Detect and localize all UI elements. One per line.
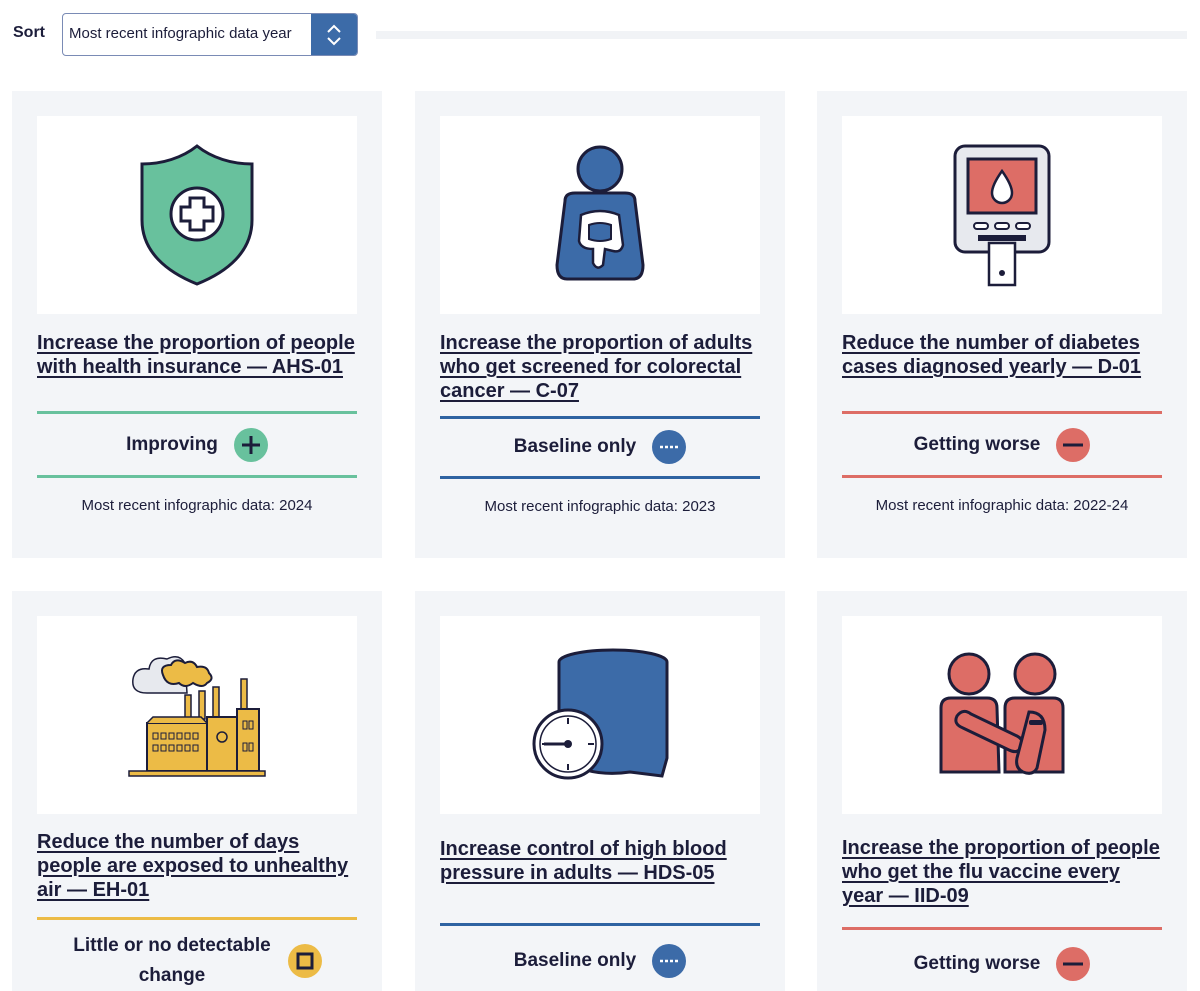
- card-title-link[interactable]: Increase the proportion of people who ge…: [842, 836, 1164, 908]
- card-title-link[interactable]: Reduce the number of days people are exp…: [37, 830, 359, 902]
- card-d-01: Reduce the number of diabetes cases diag…: [817, 91, 1187, 558]
- status-rule-top: [842, 927, 1162, 930]
- status-rule-top: [440, 923, 760, 926]
- status-label: Baseline only: [513, 950, 637, 971]
- filter-divider: [376, 31, 1187, 39]
- sort-bar: Sort Most recent infographic data year: [0, 0, 1200, 80]
- sort-selected-value: Most recent infographic data year: [69, 25, 292, 42]
- card-title-link[interactable]: Increase the proportion of adults who ge…: [440, 331, 762, 403]
- blood-pressure-cuff-icon: [532, 648, 669, 779]
- card-image: [440, 616, 760, 814]
- data-year-text: Most recent infographic data: 2024: [81, 497, 313, 514]
- status-rule-top: [37, 917, 357, 920]
- minus-icon: [1056, 428, 1091, 462]
- square-icon: [288, 944, 322, 978]
- status-label: Getting worse: [913, 953, 1041, 974]
- status-rule-top: [37, 411, 357, 414]
- glucose-meter-icon: [953, 144, 1051, 286]
- minus-icon: [1056, 947, 1091, 981]
- card-image: [842, 616, 1162, 814]
- sort-select[interactable]: Most recent infographic data year: [62, 13, 358, 56]
- status-row: Little or no detectable change: [37, 931, 357, 991]
- status-row: Getting worse: [842, 947, 1162, 981]
- status-row: Baseline only: [440, 430, 760, 464]
- status-label: Improving: [126, 434, 218, 455]
- card-title-link[interactable]: Reduce the number of diabetes cases diag…: [842, 331, 1164, 379]
- card-hds-05: Increase control of high blood pressure …: [415, 591, 785, 991]
- card-title-link[interactable]: Increase control of high blood pressure …: [440, 837, 762, 885]
- status-row: Improving: [37, 428, 357, 462]
- sort-label: Sort: [13, 24, 45, 41]
- status-rule-bottom: [842, 475, 1162, 478]
- status-label: Little or no detectable change: [73, 935, 271, 986]
- card-image: [440, 116, 760, 314]
- sort-arrows-icon[interactable]: [311, 14, 357, 55]
- shield-plus-icon: [140, 144, 254, 286]
- factory-smoke-icon: [128, 655, 266, 777]
- card-iid-09: Increase the proportion of people who ge…: [817, 591, 1187, 991]
- vaccination-icon: [939, 652, 1065, 775]
- person-colon-icon: [555, 145, 645, 281]
- card-title-link[interactable]: Increase the proportion of people with h…: [37, 331, 359, 379]
- card-eh-01: Reduce the number of days people are exp…: [12, 591, 382, 991]
- card-image: [842, 116, 1162, 314]
- status-rule-top: [842, 411, 1162, 414]
- status-label: Getting worse: [913, 434, 1041, 455]
- data-year-text: Most recent infographic data: 2023: [484, 498, 716, 515]
- data-year-text: Most recent infographic data: 2022-24: [875, 497, 1129, 514]
- plus-icon: [233, 428, 268, 462]
- card-image: [37, 116, 357, 314]
- status-label: Baseline only: [513, 436, 637, 457]
- status-rule-bottom: [37, 475, 357, 478]
- card-c-07: Increase the proportion of adults who ge…: [415, 91, 785, 558]
- status-row: Getting worse: [842, 428, 1162, 462]
- status-rule-top: [440, 416, 760, 419]
- dashed-line-icon: [652, 944, 687, 978]
- card-ahs-01: Increase the proportion of people with h…: [12, 91, 382, 558]
- dashed-line-icon: [652, 430, 687, 464]
- status-row: Baseline only: [440, 944, 760, 978]
- card-image: [37, 616, 357, 814]
- status-rule-bottom: [440, 476, 760, 479]
